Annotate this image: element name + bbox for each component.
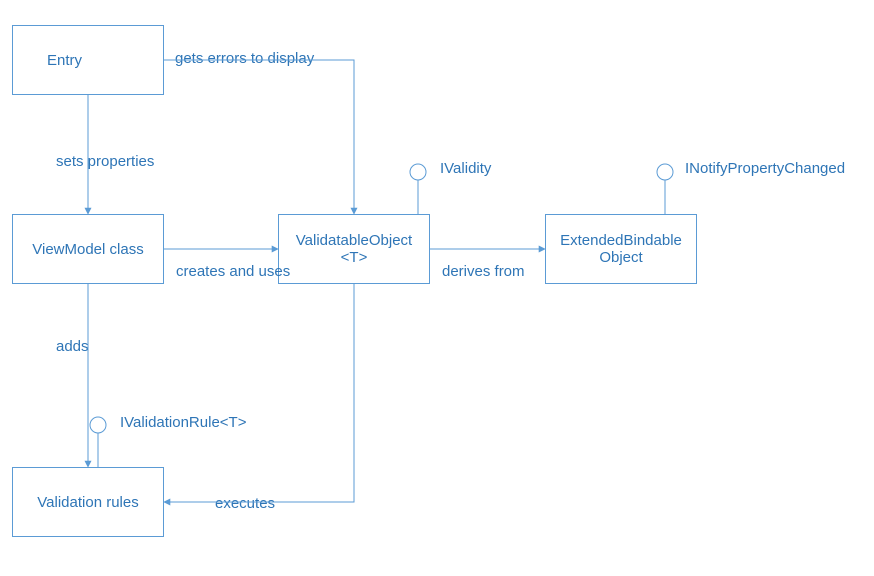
inotify-label: INotifyPropertyChanged	[685, 160, 845, 177]
rules-box: Validation rules	[12, 467, 164, 537]
validatable-box: ValidatableObject <T>	[278, 214, 430, 284]
entry-label: Entry	[17, 52, 159, 69]
ivalidationrule-label: IValidationRule<T>	[120, 414, 246, 431]
validatable-label: ValidatableObject <T>	[296, 232, 412, 266]
inotify-lollipop	[657, 164, 673, 214]
derives-from-label: derives from	[442, 263, 525, 280]
viewmodel-box: ViewModel class	[12, 214, 164, 284]
edge-executes	[164, 284, 354, 502]
ivalidity-label: IValidity	[440, 160, 491, 177]
entry-box: Entry	[12, 25, 164, 95]
rules-label: Validation rules	[37, 494, 138, 511]
edge-gets-errors	[164, 60, 354, 214]
sets-properties-label: sets properties	[56, 153, 154, 170]
creates-uses-label: creates and uses	[176, 263, 290, 280]
adds-label: adds	[56, 338, 89, 355]
extended-box: ExtendedBindable Object	[545, 214, 697, 284]
executes-label: executes	[215, 495, 275, 512]
extended-label: ExtendedBindable Object	[560, 232, 682, 266]
gets-errors-label: gets errors to display	[175, 50, 314, 67]
ivalidationrule-lollipop	[90, 417, 106, 467]
ivalidity-lollipop	[410, 164, 426, 214]
viewmodel-label: ViewModel class	[32, 241, 143, 258]
